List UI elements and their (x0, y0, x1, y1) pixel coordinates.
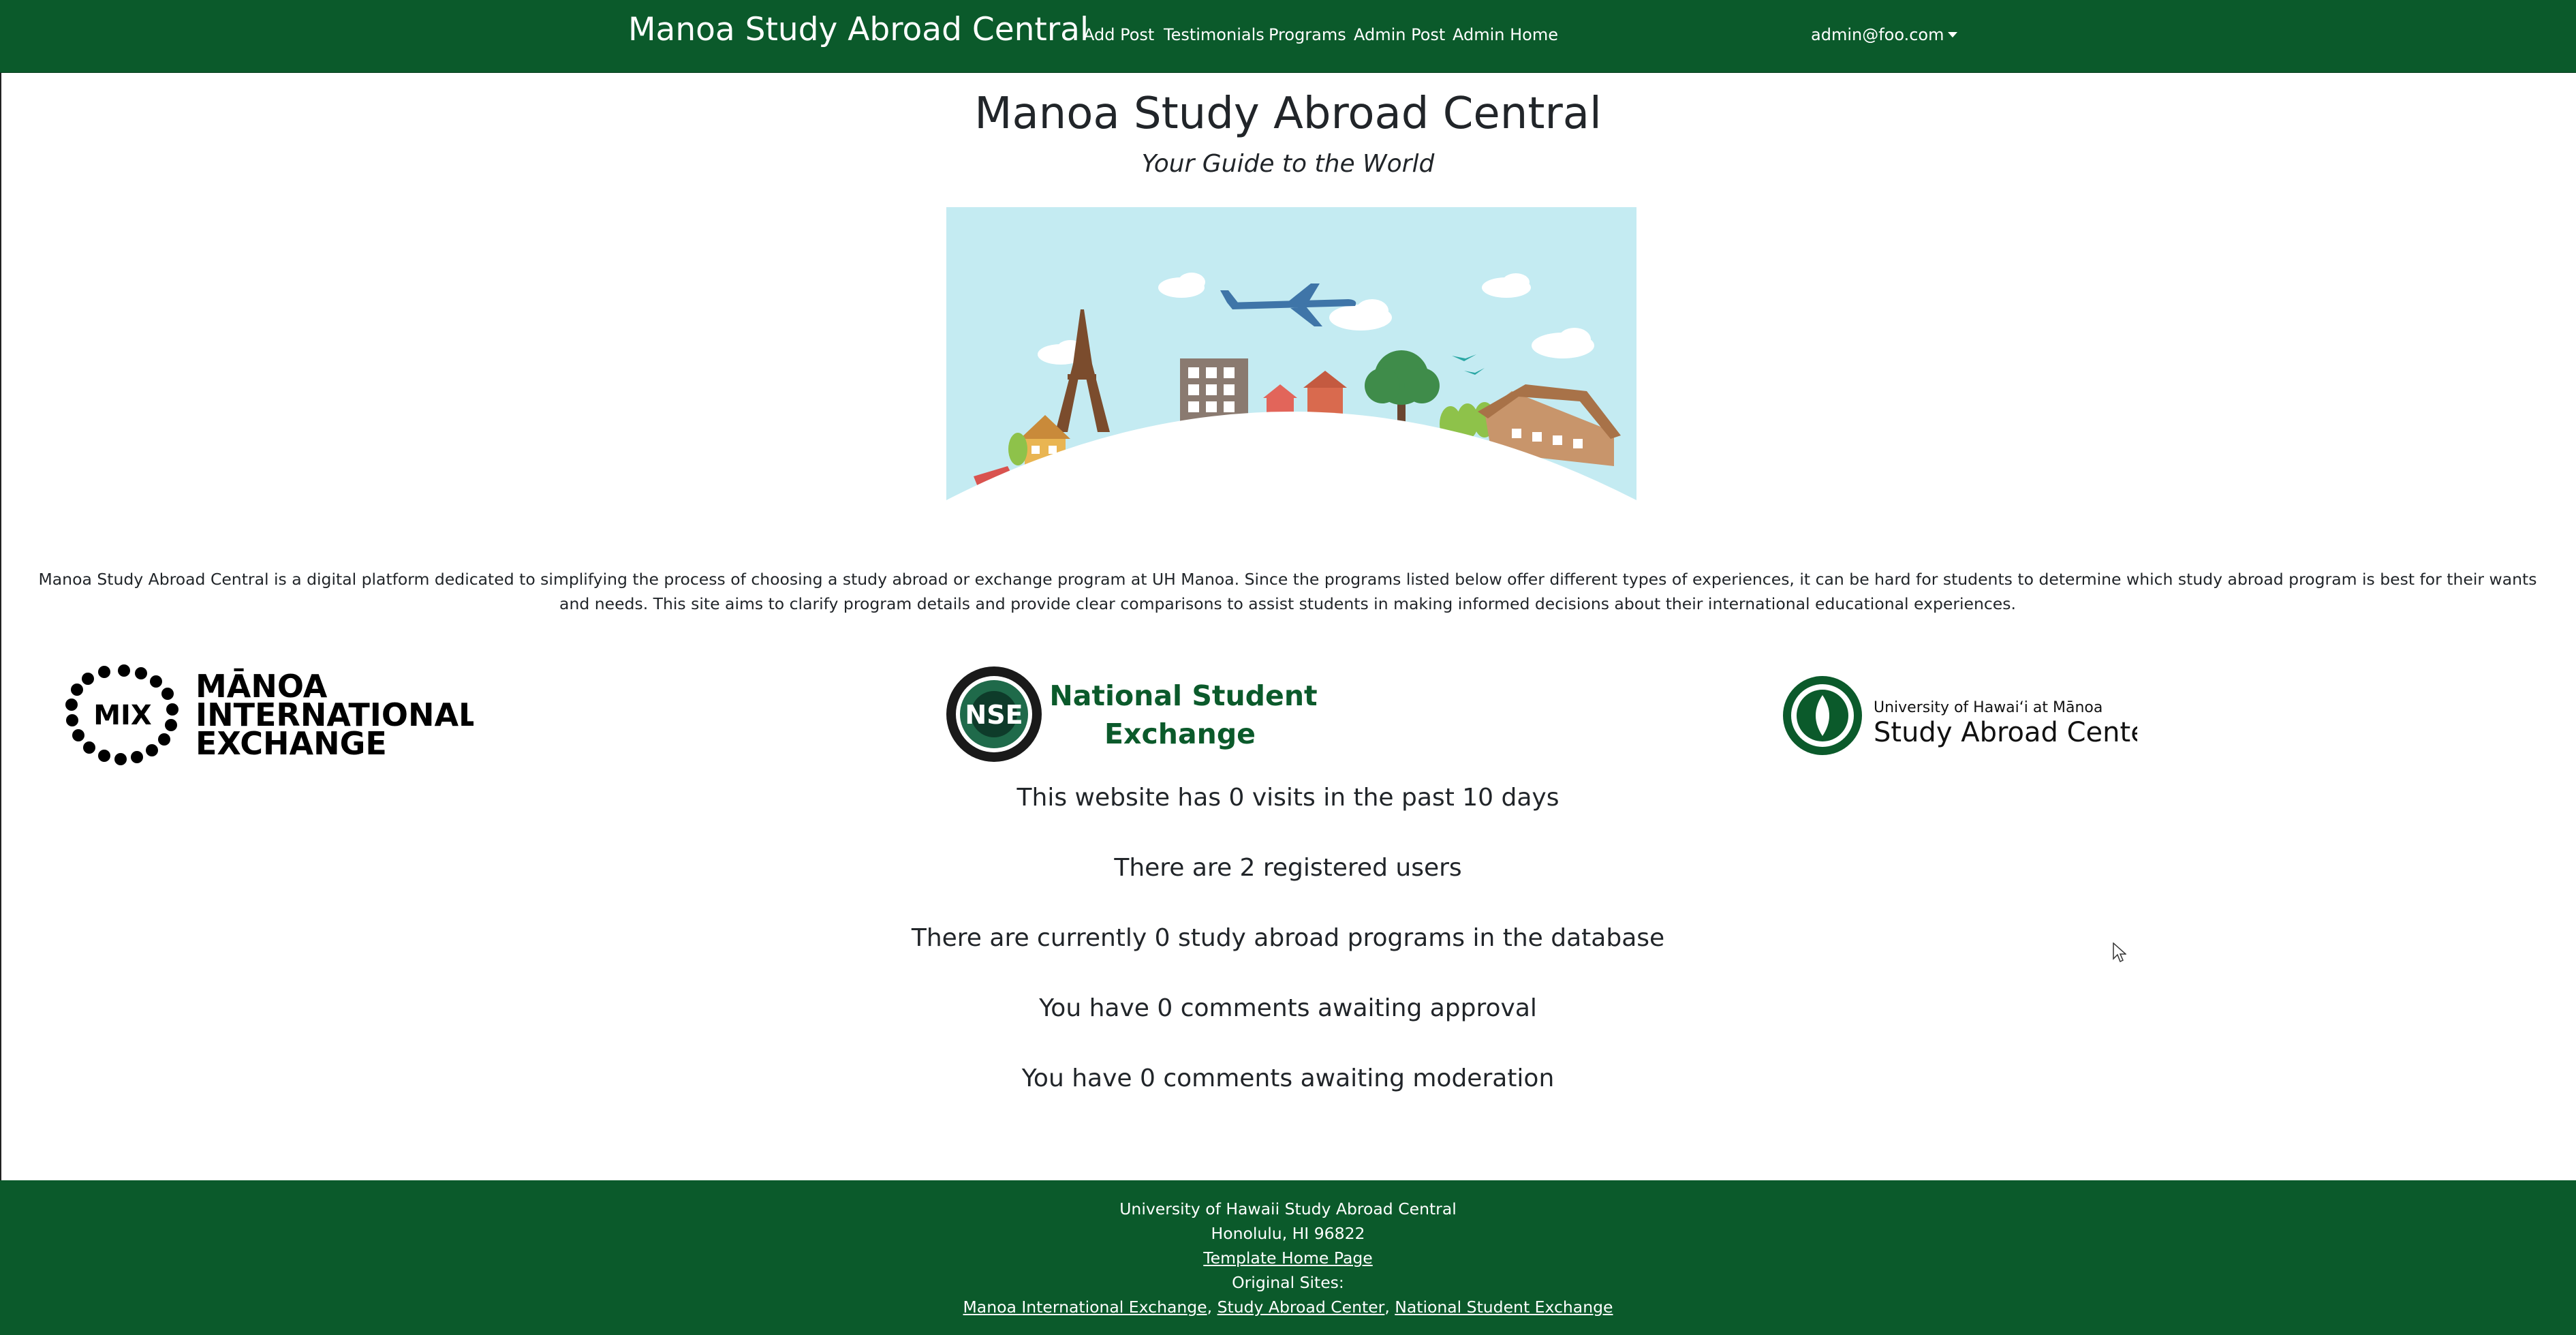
svg-text:University of Hawai‘i at Mānoa: University of Hawai‘i at Mānoa (1874, 699, 2102, 716)
stat-programs: There are currently 0 study abroad progr… (911, 924, 1665, 952)
footer-link-nse[interactable]: National Student Exchange (1395, 1298, 1613, 1317)
stat-comments-approval: You have 0 comments awaiting approval (1039, 994, 1537, 1022)
stat-registered-users: There are 2 registered users (1114, 854, 1462, 882)
svg-text:National Student: National Student (1049, 679, 1317, 712)
user-dropdown[interactable]: admin@foo.com (1811, 25, 1958, 44)
mouse-cursor-icon (2113, 942, 2126, 963)
user-email: admin@foo.com (1811, 25, 1944, 44)
footer: University of Hawaii Study Abroad Centra… (0, 1180, 2576, 1335)
footer-original-sites-label: Original Sites: (1232, 1273, 1344, 1292)
nav-admin-home[interactable]: Admin Home (1453, 25, 1558, 44)
nav-admin-post[interactable]: Admin Post (1354, 25, 1445, 44)
brand-link[interactable]: Manoa Study Abroad Central (628, 11, 1089, 48)
footer-separator: , (1207, 1298, 1217, 1317)
svg-text:Study Abroad Center: Study Abroad Center (1874, 717, 2137, 748)
page-subtitle: Your Guide to the World (1141, 150, 1435, 178)
footer-sites-line: Manoa International Exchange, Study Abro… (0, 1298, 2576, 1317)
nav-add-post[interactable]: Add Post (1083, 25, 1154, 44)
caret-down-icon (1948, 32, 1958, 37)
mix-bead-ring-icon: MIX MĀNOA INTERNATIONAL EXCHANGE (65, 664, 478, 765)
footer-link-mix[interactable]: Manoa International Exchange (963, 1298, 1207, 1317)
footer-address: Honolulu, HI 96822 (1211, 1224, 1365, 1243)
svg-text:NSE: NSE (965, 700, 1023, 730)
footer-template-link[interactable]: Template Home Page (1203, 1248, 1372, 1268)
footer-separator: , (1384, 1298, 1395, 1317)
study-abroad-center-logo: University of Hawai‘i at Mānoa Study Abr… (1783, 664, 2159, 767)
svg-text:Exchange: Exchange (1104, 718, 1256, 750)
footer-link-study-abroad-center[interactable]: Study Abroad Center (1217, 1298, 1385, 1317)
site-description: Manoa Study Abroad Central is a digital … (38, 570, 2537, 613)
stat-visits: This website has 0 visits in the past 10… (1017, 784, 1559, 812)
nav-programs[interactable]: Programs (1269, 25, 1346, 44)
page-title: Manoa Study Abroad Central (974, 89, 1602, 139)
top-navbar: Manoa Study Abroad Central Add Post Test… (0, 0, 2576, 73)
nse-logo: NSE National Student Exchange (946, 664, 1328, 767)
hero-travel-illustration (946, 207, 1636, 500)
svg-text:EXCHANGE: EXCHANGE (196, 725, 387, 762)
mix-logo: MIX MĀNOA INTERNATIONAL EXCHANGE (65, 664, 478, 767)
footer-org-name: University of Hawaii Study Abroad Centra… (1119, 1199, 1457, 1218)
svg-text:MIX: MIX (93, 700, 152, 731)
uh-seal-icon (1783, 676, 1862, 755)
stat-comments-moderation: You have 0 comments awaiting moderation (1021, 1064, 1555, 1092)
nav-testimonials[interactable]: Testimonials (1164, 25, 1264, 44)
